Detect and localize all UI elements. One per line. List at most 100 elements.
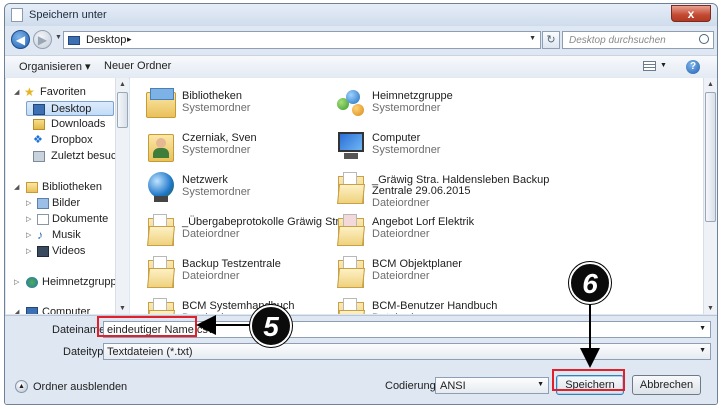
search-input[interactable]: Desktop durchsuchen xyxy=(562,31,714,49)
scroll-down-icon[interactable]: ▼ xyxy=(119,305,126,312)
star-icon: ★ xyxy=(24,85,35,99)
help-button[interactable]: ? xyxy=(686,60,700,74)
list-item[interactable]: BCM Objektplaner Dateiordner xyxy=(334,252,524,292)
file-type: Dateiordner xyxy=(372,312,429,314)
scroll-up-icon[interactable]: ▲ xyxy=(707,81,714,88)
list-item[interactable]: Netzwerk Systemordner xyxy=(144,168,334,208)
list-item[interactable]: Heimnetzgruppe Systemordner xyxy=(334,84,524,124)
homegroup-icon xyxy=(26,277,38,288)
scrollbar-thumb[interactable] xyxy=(117,92,128,128)
back-arrow-icon[interactable]: ◀ xyxy=(11,30,30,49)
expand-arrow-icon[interactable]: ▷ xyxy=(26,228,31,243)
folder-icon xyxy=(144,296,178,314)
breadcrumb-chevron-icon[interactable]: ▸ xyxy=(127,34,132,45)
scroll-down-icon[interactable]: ▼ xyxy=(707,305,714,312)
list-item[interactable]: BCM-Benutzer Handbuch Dateiordner xyxy=(334,294,524,314)
sidebar-item-label: Videos xyxy=(52,245,86,257)
address-dropdown-icon[interactable]: ▼ xyxy=(529,35,536,42)
libraries-icon xyxy=(26,182,38,193)
forward-arrow-icon[interactable]: ▶ xyxy=(33,30,52,49)
sidebar-item-computer[interactable]: ◢ Computer xyxy=(14,305,114,314)
sidebar-item-videos[interactable]: ▷ Videos xyxy=(26,244,114,259)
folder-icon xyxy=(334,296,368,314)
scroll-up-icon[interactable]: ▲ xyxy=(119,81,126,88)
sidebar-item-dropbox[interactable]: ❖ Dropbox xyxy=(26,133,114,148)
dropbox-icon: ❖ xyxy=(33,134,43,146)
encoding-value: ANSI xyxy=(440,380,466,392)
file-type: Systemordner xyxy=(372,102,441,114)
filetype-value: Textdateien (*.txt) xyxy=(107,346,193,358)
list-item[interactable]: Czerniak, Sven Systemordner xyxy=(144,126,334,166)
sidebar-item-musik[interactable]: ▷ ♪ Musik xyxy=(26,228,114,243)
sidebar-item-recent[interactable]: Zuletzt besucht xyxy=(26,149,115,164)
sidebar-item-bibliotheken[interactable]: ◢ Bibliotheken xyxy=(14,180,114,195)
view-dropdown-icon[interactable]: ▼ xyxy=(660,62,667,69)
address-bar[interactable]: Desktop ▸ ▼ xyxy=(63,31,541,49)
sidebar-item-downloads[interactable]: Downloads xyxy=(26,117,114,132)
sidebar-item-bilder[interactable]: ▷ Bilder xyxy=(26,196,114,211)
file-name-line2: Zentrale 29.06.2015 xyxy=(372,185,471,197)
encoding-select[interactable]: ANSI ▼ xyxy=(435,377,549,394)
expand-arrow-icon[interactable]: ▷ xyxy=(26,196,31,211)
list-item[interactable]: BCM Systemhandbuch Dateiordner xyxy=(144,294,334,314)
search-icon[interactable] xyxy=(699,34,709,44)
filetype-select[interactable]: Textdateien (*.txt) ▼ xyxy=(103,343,711,360)
filetype-dropdown-icon[interactable]: ▼ xyxy=(699,347,706,354)
sidebar-item-label: Bilder xyxy=(52,197,81,209)
address-row: ◀ ▶ ▼ Desktop ▸ ▼ ↻ Desktop durchsuchen xyxy=(5,26,717,54)
navigation-scrollbar[interactable]: ▲ ▼ xyxy=(115,78,129,314)
sidebar-item-label: Favoriten xyxy=(40,86,86,98)
refresh-icon[interactable]: ↻ xyxy=(542,31,560,49)
sidebar-item-label: Downloads xyxy=(51,118,106,130)
computer-icon xyxy=(26,307,38,314)
folder-icon xyxy=(144,254,178,288)
list-item[interactable]: Backup Testzentrale Dateiordner xyxy=(144,252,334,292)
sidebar-item-dokumente[interactable]: ▷ Dokumente xyxy=(26,212,114,227)
list-item[interactable]: _Übergabeprotokolle Gräwig Str Dateiordn… xyxy=(144,210,339,250)
file-list-scrollbar[interactable]: ▲ ▼ xyxy=(703,78,717,314)
encoding-dropdown-icon[interactable]: ▼ xyxy=(537,381,544,388)
sidebar-item-label: Zuletzt besucht xyxy=(51,150,115,162)
file-name: Bibliotheken xyxy=(182,90,242,102)
save-as-dialog: Speichern unter x ◀ ▶ ▼ Desktop ▸ ▼ ↻ De… xyxy=(4,3,718,405)
sidebar-item-label: Heimnetzgruppe xyxy=(42,276,115,288)
view-options-icon[interactable] xyxy=(643,61,656,71)
sidebar-item-favoriten[interactable]: ◢ ★ Favoriten xyxy=(14,85,114,100)
libraries-icon xyxy=(144,86,178,120)
sidebar-item-desktop[interactable]: Desktop xyxy=(26,101,114,116)
organize-button[interactable]: Organisieren ▾ xyxy=(19,60,91,73)
collapse-up-icon[interactable]: ▲ xyxy=(15,380,28,393)
close-button[interactable]: x xyxy=(671,5,711,22)
list-item[interactable]: Angebot Lorf Elektrik Dateiordner xyxy=(334,210,524,250)
file-name: Backup Testzentrale xyxy=(182,258,281,270)
list-item[interactable]: Bibliotheken Systemordner xyxy=(144,84,334,124)
scrollbar-thumb[interactable] xyxy=(705,92,716,222)
expand-arrow-icon[interactable]: ◢ xyxy=(14,180,19,195)
file-type: Systemordner xyxy=(182,186,251,198)
recent-locations-dropdown-icon[interactable]: ▼ xyxy=(55,34,62,41)
list-item[interactable]: Computer Systemordner xyxy=(334,126,524,166)
recent-places-icon xyxy=(33,151,45,162)
file-type: Dateiordner xyxy=(182,270,240,282)
search-placeholder: Desktop durchsuchen xyxy=(569,35,666,46)
sidebar-item-heimnetzgruppe[interactable]: ▷ Heimnetzgruppe xyxy=(14,275,115,290)
step6-badge: 6 xyxy=(569,262,611,304)
sidebar-item-label: Bibliotheken xyxy=(42,181,102,193)
desktop-icon xyxy=(33,104,45,115)
expand-arrow-icon[interactable]: ◢ xyxy=(14,305,19,314)
filename-dropdown-icon[interactable]: ▼ xyxy=(699,325,706,332)
breadcrumb-desktop[interactable]: Desktop xyxy=(86,34,126,46)
file-type: Dateiordner xyxy=(182,228,240,240)
file-type: Systemordner xyxy=(182,144,251,156)
expand-arrow-icon[interactable]: ◢ xyxy=(14,85,19,100)
list-item[interactable]: _Gräwig Stra. Haldensleben Backup Zentra… xyxy=(334,168,549,209)
documents-icon xyxy=(37,214,49,225)
file-type: Systemordner xyxy=(182,102,251,114)
expand-arrow-icon[interactable]: ▷ xyxy=(26,212,31,227)
expand-arrow-icon[interactable]: ▷ xyxy=(26,244,31,259)
expand-arrow-icon[interactable]: ▷ xyxy=(14,275,19,290)
cancel-button[interactable]: Abbrechen xyxy=(632,375,701,395)
file-name: _Übergabeprotokolle Gräwig Str xyxy=(182,216,340,228)
file-name: Computer xyxy=(372,132,421,144)
new-folder-button[interactable]: Neuer Ordner xyxy=(104,60,171,72)
